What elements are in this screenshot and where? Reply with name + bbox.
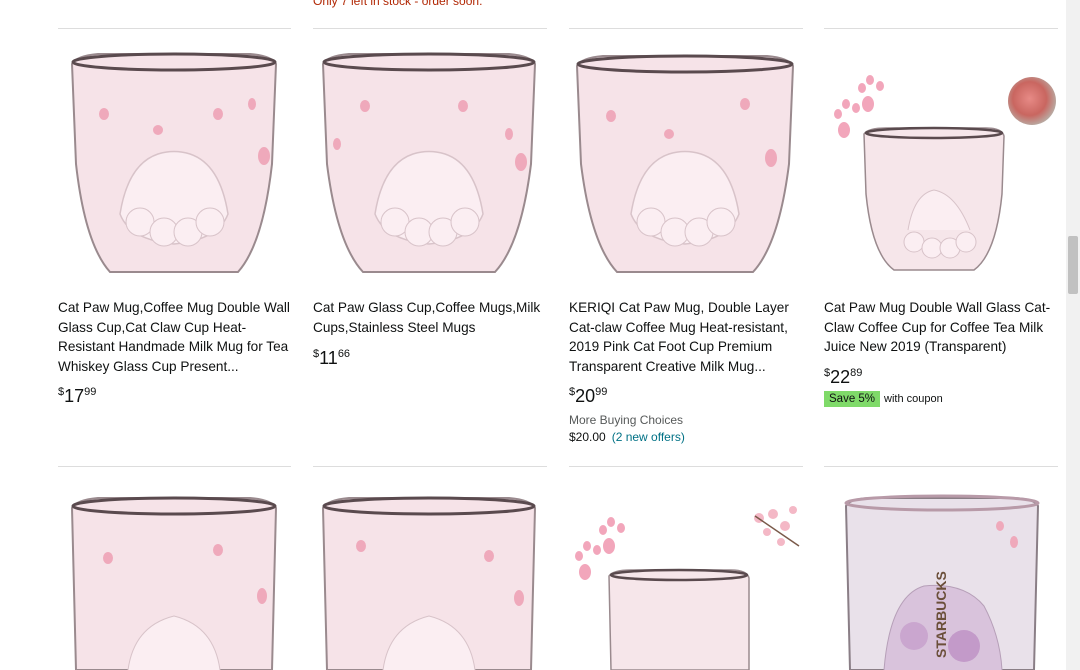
price-cents: 89 — [850, 367, 863, 379]
product-image[interactable] — [58, 486, 290, 670]
product-card[interactable] — [58, 486, 290, 670]
new-offers-link[interactable]: (2 new offers) — [612, 430, 685, 444]
price-whole: 11 — [319, 348, 338, 368]
product-image[interactable] — [569, 486, 801, 670]
row-divider — [58, 466, 291, 467]
row-divider — [824, 466, 1058, 467]
product-price: $1799 — [58, 386, 96, 407]
product-price: $2289 — [824, 367, 862, 388]
coupon-text: with coupon — [884, 393, 943, 405]
coupon-badge[interactable]: Save 5% — [824, 391, 881, 407]
product-image[interactable] — [569, 44, 801, 274]
product-title[interactable]: KERIQI Cat Paw Mug, Double Layer Cat-cla… — [569, 298, 801, 376]
product-card[interactable] — [569, 486, 801, 670]
seller-avatar[interactable] — [1008, 77, 1056, 125]
row-divider — [824, 28, 1058, 29]
coupon-row[interactable]: Save 5% with coupon — [824, 391, 943, 407]
product-card[interactable]: STARBUCKS — [824, 486, 1056, 670]
more-buying-choices: More Buying Choices — [569, 413, 684, 427]
price-cents: 66 — [337, 348, 351, 360]
product-image[interactable] — [313, 486, 545, 670]
row-divider — [569, 28, 803, 29]
price-whole: 17 — [64, 386, 85, 406]
price-whole: 22 — [830, 367, 851, 387]
row-divider — [58, 28, 291, 29]
price-cents: 99 — [84, 386, 97, 398]
scrollbar-thumb[interactable] — [1068, 236, 1078, 294]
price-symbol: $ — [824, 367, 831, 379]
price-cents: 99 — [595, 386, 608, 398]
product-image[interactable]: STARBUCKS — [824, 486, 1056, 670]
product-price: $1166 — [313, 348, 350, 369]
offers-price: $20.00 — [569, 430, 606, 444]
row-divider — [313, 28, 547, 29]
product-title[interactable]: Cat Paw Mug,Coffee Mug Double Wall Glass… — [58, 298, 290, 376]
product-image[interactable] — [58, 44, 290, 274]
vertical-scrollbar[interactable] — [1066, 0, 1080, 670]
row-divider — [313, 466, 547, 467]
product-image[interactable] — [313, 44, 545, 274]
product-card[interactable]: Cat Paw Glass Cup,Coffee Mugs,Milk Cups,… — [313, 44, 545, 368]
product-card[interactable] — [313, 486, 545, 670]
price-symbol: $ — [569, 386, 576, 398]
stock-notice: Only 7 left in stock - order soon. — [313, 0, 483, 8]
product-card[interactable]: Cat Paw Mug,Coffee Mug Double Wall Glass… — [58, 44, 290, 406]
price-symbol: $ — [313, 348, 320, 360]
price-symbol: $ — [58, 386, 65, 398]
starbucks-brand-text: STARBUCKS — [933, 571, 949, 658]
product-title[interactable]: Cat Paw Mug Double Wall Glass Cat-Claw C… — [824, 298, 1056, 357]
price-whole: 20 — [575, 386, 596, 406]
row-divider — [569, 466, 803, 467]
product-title[interactable]: Cat Paw Glass Cup,Coffee Mugs,Milk Cups,… — [313, 298, 545, 337]
product-card[interactable]: KERIQI Cat Paw Mug, Double Layer Cat-cla… — [569, 44, 801, 444]
product-price: $2099 — [569, 386, 607, 407]
offers-line: $20.00 (2 new offers) — [569, 430, 685, 444]
